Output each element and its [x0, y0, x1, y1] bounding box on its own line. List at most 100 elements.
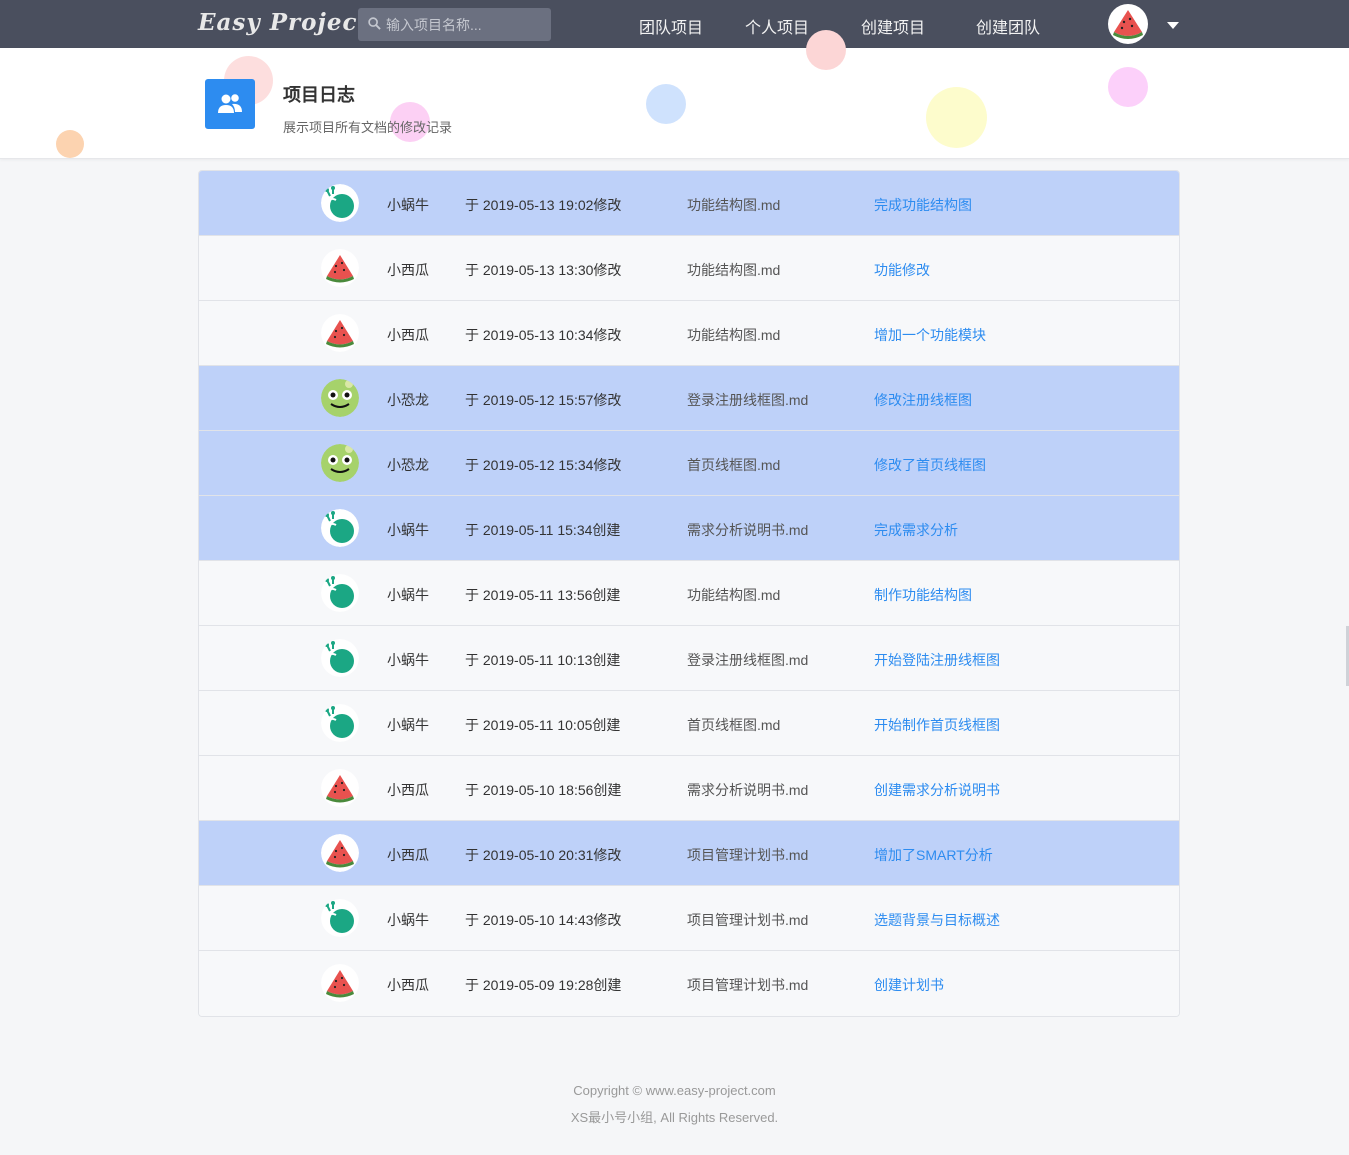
- snail-avatar-icon: [321, 574, 359, 612]
- log-note-link[interactable]: 创建需求分析说明书: [874, 780, 1000, 800]
- log-user: 小蜗牛: [387, 197, 429, 213]
- decor-bubble: [56, 130, 84, 158]
- log-file: 项目管理计划书.md: [687, 847, 809, 863]
- log-note-link[interactable]: 增加一个功能模块: [874, 325, 986, 345]
- page-subtitle: 展示项目所有文档的修改记录: [283, 120, 453, 135]
- footer-copyright: Copyright © www.easy-project.com: [573, 1083, 776, 1098]
- log-user: 小西瓜: [387, 327, 429, 343]
- table-row: 小恐龙 于 2019-05-12 15:34修改 首页线框图.md 修改了首页线框图: [199, 431, 1179, 496]
- table-row: 小西瓜 于 2019-05-13 10:34修改 功能结构图.md 增加一个功能模块: [199, 301, 1179, 366]
- log-time: 于 2019-05-11 15:34创建: [465, 522, 621, 538]
- log-file: 功能结构图.md: [687, 587, 781, 603]
- table-row: 小西瓜 于 2019-05-10 18:56创建 需求分析说明书.md 创建需求分析说…: [199, 756, 1179, 821]
- log-time: 于 2019-05-13 19:02修改: [465, 197, 622, 213]
- log-note-link[interactable]: 开始制作首页线框图: [874, 715, 1000, 735]
- table-row: 小蜗牛 于 2019-05-11 13:56创建 功能结构图.md 制作功能结构图: [199, 561, 1179, 626]
- log-user: 小蜗牛: [387, 912, 429, 928]
- log-file: 登录注册线框图.md: [687, 392, 809, 408]
- log-time: 于 2019-05-09 19:28创建: [465, 977, 622, 993]
- page-title: 项目日志: [283, 85, 355, 105]
- log-note-link[interactable]: 选题背景与目标概述: [874, 910, 1000, 930]
- log-user: 小西瓜: [387, 977, 429, 993]
- nav-create-project[interactable]: 创建项目: [861, 14, 925, 38]
- log-file: 功能结构图.md: [687, 197, 781, 213]
- watermelon-avatar-icon: [321, 314, 359, 352]
- snail-avatar-icon: [321, 184, 359, 222]
- brand-logo[interactable]: Easy Project: [198, 9, 369, 36]
- nav-team-projects[interactable]: 团队项目: [639, 14, 703, 38]
- log-user: 小西瓜: [387, 847, 429, 863]
- decor-bubble: [926, 87, 987, 148]
- table-row: 小蜗牛 于 2019-05-10 14:43修改 项目管理计划书.md 选题背景与目标…: [199, 886, 1179, 951]
- user-avatar[interactable]: [1108, 4, 1148, 44]
- log-note-link[interactable]: 完成需求分析: [874, 520, 958, 540]
- log-note-link[interactable]: 创建计划书: [874, 975, 944, 995]
- log-file: 首页线框图.md: [687, 457, 781, 473]
- table-row: 小西瓜 于 2019-05-09 19:28创建 项目管理计划书.md 创建计划书: [199, 951, 1179, 1016]
- log-file: 功能结构图.md: [687, 262, 781, 278]
- log-time: 于 2019-05-11 10:05创建: [465, 717, 621, 733]
- table-row: 小蜗牛 于 2019-05-11 15:34创建 需求分析说明书.md 完成需求分析: [199, 496, 1179, 561]
- log-table: 小蜗牛于 2019-05-13 19:02修改 功能结构图.md 完成功能结构图 小西…: [198, 170, 1180, 1017]
- log-user: 小西瓜: [387, 262, 429, 278]
- search-box[interactable]: [358, 8, 551, 41]
- log-time: 于 2019-05-12 15:57修改: [465, 392, 622, 408]
- table-row: 小蜗牛 于 2019-05-11 10:13创建 登录注册线框图.md 开始登陆注册线…: [199, 626, 1179, 691]
- log-user: 小蜗牛: [387, 652, 429, 668]
- table-row: 小西瓜 于 2019-05-10 20:31修改 项目管理计划书.md 增加了SMAR…: [199, 821, 1179, 886]
- snail-avatar-icon: [321, 899, 359, 937]
- watermelon-avatar-icon: [321, 834, 359, 872]
- log-note-link[interactable]: 功能修改: [874, 260, 930, 280]
- footer-rights: XS最小号小组, All Rights Reserved.: [570, 1110, 779, 1125]
- log-time: 于 2019-05-12 15:34修改: [465, 457, 622, 473]
- log-time: 于 2019-05-11 10:13创建: [465, 652, 621, 668]
- decor-bubble: [646, 84, 686, 124]
- watermelon-avatar-icon: [321, 769, 359, 807]
- table-row: 小恐龙 于 2019-05-12 15:57修改 登录注册线框图.md 修改注册线框图: [199, 366, 1179, 431]
- watermelon-avatar-icon: [1113, 10, 1143, 39]
- decor-bubble: [1108, 67, 1148, 107]
- log-time: 于 2019-05-10 20:31修改: [465, 847, 622, 863]
- table-row: 小蜗牛 于 2019-05-13 19:02修改 功能结构图.md 完成功能结构图: [199, 171, 1179, 236]
- log-user: 小恐龙: [387, 457, 429, 473]
- log-time: 于 2019-05-13 13:30修改: [465, 262, 622, 278]
- team-icon: [205, 79, 255, 129]
- log-user: 小恐龙: [387, 392, 429, 408]
- log-note-link[interactable]: 完成功能结构图: [874, 195, 972, 215]
- log-file: 项目管理计划书.md: [687, 977, 809, 993]
- nav-create-team[interactable]: 创建团队: [976, 14, 1040, 38]
- log-note-link[interactable]: 增加了SMART分析: [874, 845, 993, 865]
- log-file: 需求分析说明书.md: [687, 782, 809, 798]
- log-file: 需求分析说明书.md: [687, 522, 809, 538]
- dinosaur-avatar-icon: [321, 379, 359, 417]
- dinosaur-avatar-icon: [321, 444, 359, 482]
- table-row: 小蜗牛 于 2019-05-11 10:05创建 首页线框图.md 开始制作首页线框图: [199, 691, 1179, 756]
- search-input[interactable]: [386, 8, 546, 41]
- log-file: 项目管理计划书.md: [687, 912, 809, 928]
- log-user: 小西瓜: [387, 782, 429, 798]
- top-navbar: Easy Project 团队项目 个人项目 创建项目 创建团队: [0, 0, 1349, 48]
- log-note-link[interactable]: 修改了首页线框图: [874, 455, 986, 475]
- log-user: 小蜗牛: [387, 717, 429, 733]
- snail-avatar-icon: [321, 639, 359, 677]
- dropdown-caret-icon[interactable]: [1167, 22, 1179, 29]
- log-time: 于 2019-05-13 10:34修改: [465, 327, 622, 343]
- log-file: 登录注册线框图.md: [687, 652, 809, 668]
- log-file: 功能结构图.md: [687, 327, 781, 343]
- nav-personal-projects[interactable]: 个人项目: [745, 14, 809, 38]
- snail-avatar-icon: [321, 509, 359, 547]
- log-time: 于 2019-05-10 14:43修改: [465, 912, 622, 928]
- log-note-link[interactable]: 开始登陆注册线框图: [874, 650, 1000, 670]
- page-header: 项目日志 展示项目所有文档的修改记录: [0, 30, 1349, 159]
- log-user: 小蜗牛: [387, 522, 429, 538]
- decor-bubble: [806, 30, 846, 70]
- log-user: 小蜗牛: [387, 587, 429, 603]
- watermelon-avatar-icon: [321, 249, 359, 287]
- table-row: 小西瓜 于 2019-05-13 13:30修改 功能结构图.md 功能修改: [199, 236, 1179, 301]
- watermelon-avatar-icon: [321, 964, 359, 1002]
- log-file: 首页线框图.md: [687, 717, 781, 733]
- log-time: 于 2019-05-10 18:56创建: [465, 782, 622, 798]
- log-note-link[interactable]: 修改注册线框图: [874, 390, 972, 410]
- search-icon: [368, 17, 381, 30]
- log-note-link[interactable]: 制作功能结构图: [874, 585, 972, 605]
